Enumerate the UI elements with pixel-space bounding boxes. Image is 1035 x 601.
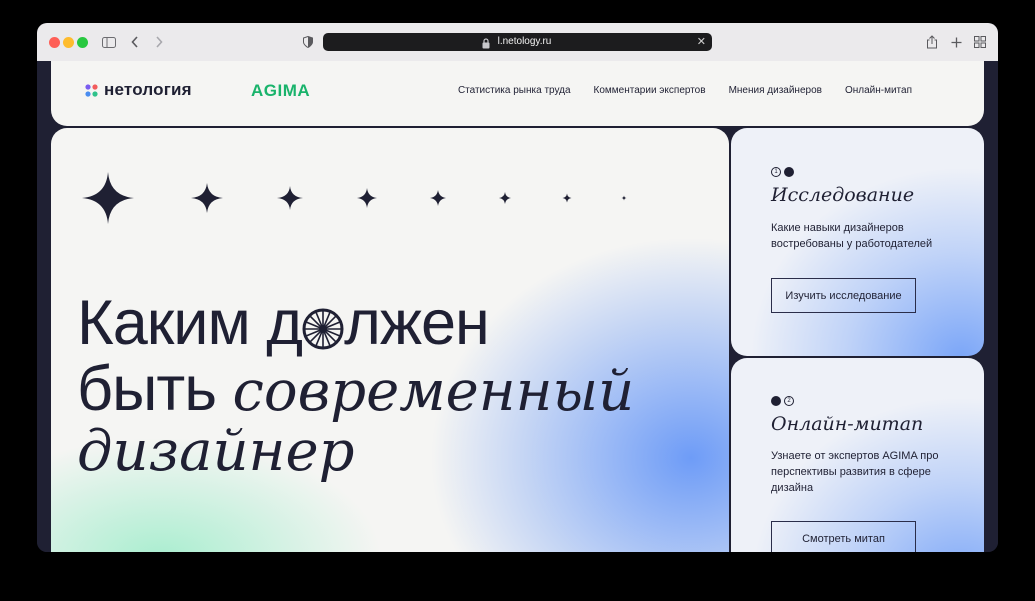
main-nav: Статистика рынка труда Комментарии экспе… (458, 85, 912, 96)
hero-headline: Каким д лжен быть современный дизайнер (77, 292, 635, 484)
sparkle-icon (562, 193, 572, 203)
logo-text: нетология (104, 80, 192, 99)
netology-logo[interactable]: нетология (85, 80, 192, 100)
share-icon[interactable] (925, 31, 939, 53)
card-description: Узнаете от экспертов AGIMA про перспекти… (771, 450, 939, 494)
sparkle-icon (430, 190, 446, 206)
research-card: 1 Исследование Какие навыки дизайнеров в… (731, 128, 984, 356)
shield-icon[interactable] (302, 31, 314, 53)
nav-item-expert-comments[interactable]: Комментарии экспертов (594, 85, 706, 96)
sparkle-icon (277, 186, 303, 210)
card-title: Онлайн-митап (771, 413, 924, 435)
web-page: нетология AGIMA Статистика рынка труда К… (37, 61, 998, 552)
step-indicator: 1 (771, 167, 794, 177)
back-icon[interactable] (129, 31, 141, 53)
nav-item-designer-opinions[interactable]: Мнения дизайнеров (729, 85, 822, 96)
zoom-window-button[interactable] (77, 37, 88, 48)
headline-text: лжен (344, 288, 490, 358)
step-dot (784, 167, 794, 177)
headline-text: Каким д (77, 288, 303, 358)
sparkle-icon (82, 172, 134, 224)
headline-text-italic: современный (232, 359, 635, 424)
step-number: 1 (771, 167, 781, 177)
tab-overview-icon[interactable] (973, 31, 987, 53)
headline-text: быть (77, 354, 233, 424)
site-header: нетология AGIMA Статистика рынка труда К… (51, 61, 984, 126)
wheel-icon (302, 299, 344, 359)
sparkle-icon (357, 188, 377, 208)
close-icon[interactable]: ✕ (697, 33, 706, 51)
sparkle-row (82, 172, 627, 224)
step-indicator: 2 (771, 396, 794, 406)
watch-meetup-button[interactable]: Смотреть митап (771, 521, 916, 552)
new-tab-icon[interactable] (949, 31, 963, 53)
sparkle-icon (499, 192, 511, 204)
netology-logo-mark (85, 83, 98, 97)
browser-toolbar: l.netology.ru ✕ (37, 23, 998, 62)
minimize-window-button[interactable] (63, 37, 74, 48)
headline-line-1: Каким д лжен (77, 292, 634, 359)
meetup-card: 2 Онлайн-митап Узнаете от экспертов AGIM… (731, 358, 984, 552)
headline-line-2: быть современный (77, 358, 635, 424)
study-research-button[interactable]: Изучить исследование (771, 278, 916, 313)
sparkle-icon (191, 183, 223, 213)
agima-logo[interactable]: AGIMA (251, 81, 310, 101)
headline-line-3: дизайнер (77, 419, 355, 484)
address-bar[interactable]: l.netology.ru ✕ (323, 33, 712, 51)
sparkle-icon (621, 195, 627, 201)
forward-icon[interactable] (153, 31, 165, 53)
nav-item-labor-stats[interactable]: Статистика рынка труда (458, 85, 571, 96)
close-window-button[interactable] (49, 37, 60, 48)
nav-item-online-meetup[interactable]: Онлайн-митап (845, 85, 912, 96)
browser-window: l.netology.ru ✕ нетология AGIMA Статисти… (37, 23, 998, 552)
step-number: 2 (784, 396, 794, 406)
step-dot (771, 396, 781, 406)
card-description: Какие навыки дизайнеров востребованы у р… (771, 222, 933, 250)
sidebar-icon[interactable] (101, 31, 117, 53)
card-title: Исследование (771, 184, 915, 206)
hero-section: Каким д лжен быть современный дизайнер (51, 128, 729, 552)
url-text: l.netology.ru (497, 36, 552, 47)
